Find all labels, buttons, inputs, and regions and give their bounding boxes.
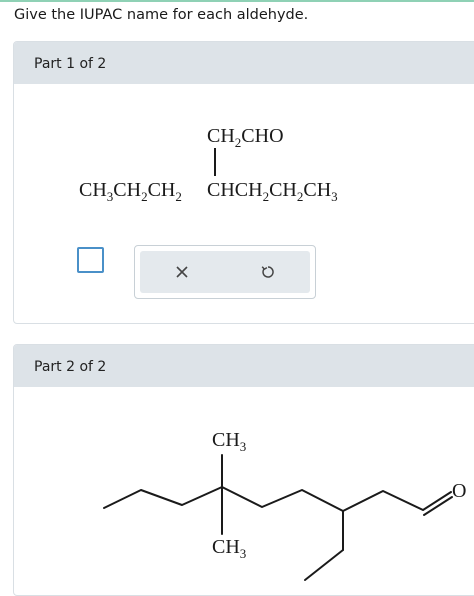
- part2-top-methyl-label: CH3: [212, 429, 247, 454]
- part2-branch-bond-2: [304, 549, 344, 581]
- part2-main-chain-bond: [103, 486, 452, 512]
- part2-bottom-methyl-label: CH3: [212, 536, 247, 561]
- part2-skeletal-structure: [103, 454, 453, 581]
- part2-oxygen-label: O: [452, 480, 467, 502]
